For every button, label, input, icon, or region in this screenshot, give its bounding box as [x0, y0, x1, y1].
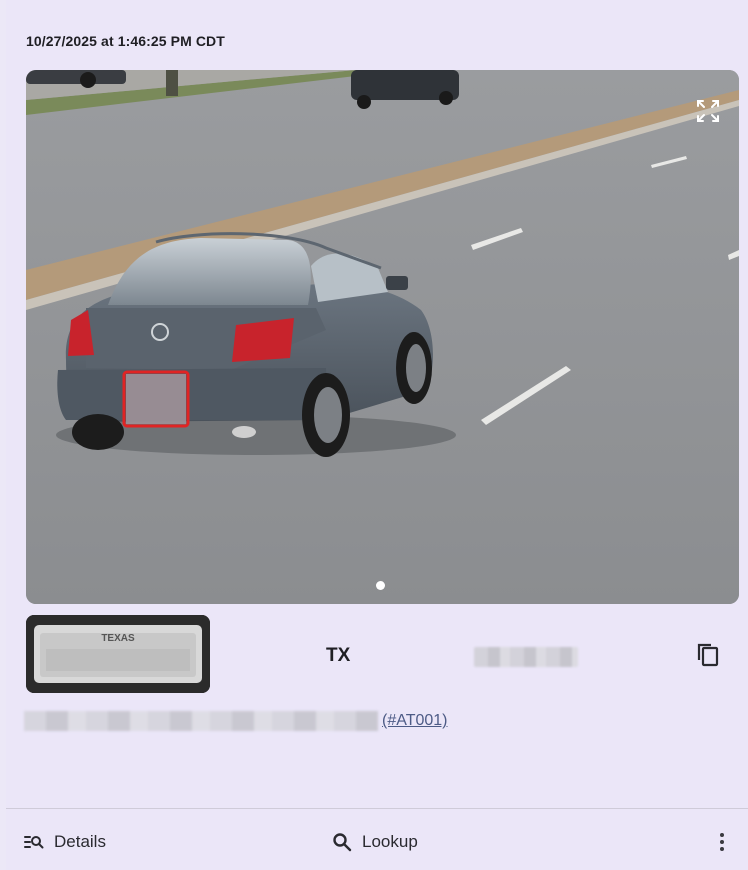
details-button[interactable]: Details [24, 828, 106, 856]
expand-button[interactable] [695, 98, 721, 124]
copy-plate-button[interactable] [696, 642, 720, 668]
plate-number-redacted [474, 647, 578, 667]
expand-icon [697, 100, 719, 122]
more-options-button[interactable] [712, 828, 732, 856]
plate-crop-graphic: TEXAS [26, 615, 210, 693]
agency-row: (#AT001) [24, 710, 448, 732]
vehicle-photo[interactable] [26, 70, 739, 604]
lookup-label: Lookup [362, 832, 418, 851]
lookup-button[interactable]: Lookup [332, 828, 418, 856]
vehicle-scene [26, 70, 739, 604]
carousel-dot[interactable] [376, 581, 385, 590]
agency-code-link[interactable]: (#AT001) [382, 712, 448, 730]
footer-divider [6, 808, 748, 809]
kebab-menu-icon [720, 833, 724, 837]
agency-name-redacted [24, 711, 378, 731]
plate-state: TX [326, 645, 351, 666]
plate-crop-image: TEXAS [26, 615, 210, 693]
search-icon [332, 832, 352, 852]
copy-icon [697, 643, 719, 667]
alpr-read-card: 10/27/2025 at 1:46:25 PM CDT TEXAS TX (#… [6, 0, 748, 870]
details-search-icon [24, 834, 44, 850]
capture-timestamp: 10/27/2025 at 1:46:25 PM CDT [26, 33, 225, 49]
details-label: Details [54, 832, 106, 851]
plate-crop-state-text: TEXAS [101, 633, 135, 644]
